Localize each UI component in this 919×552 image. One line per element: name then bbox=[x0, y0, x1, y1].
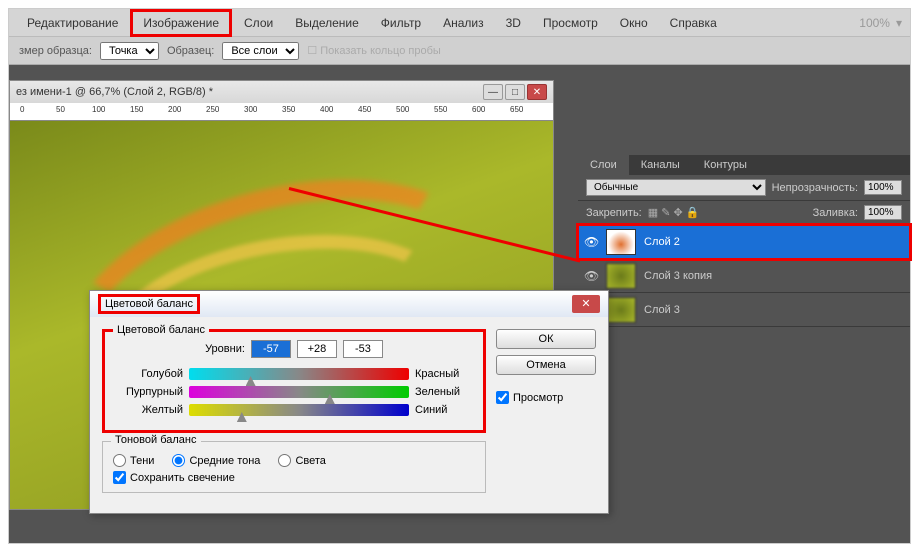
dialog-title: Цветовой баланс bbox=[98, 294, 200, 314]
slider-label-magenta: Пурпурный bbox=[115, 386, 183, 398]
level-yellow-input[interactable] bbox=[343, 340, 383, 358]
tab-layers[interactable]: Слои bbox=[578, 155, 629, 175]
lock-icons[interactable]: ▦ ✎ ✥ 🔒 bbox=[648, 206, 700, 219]
menu-view[interactable]: Просмотр bbox=[533, 12, 608, 34]
tab-paths[interactable]: Контуры bbox=[692, 155, 759, 175]
magenta-green-slider[interactable] bbox=[189, 386, 409, 398]
visibility-icon[interactable]: 👁 bbox=[584, 235, 598, 249]
radio-midtones[interactable]: Средние тона bbox=[172, 454, 260, 467]
slider-label-yellow: Желтый bbox=[115, 404, 183, 416]
levels-label: Уровни: bbox=[205, 343, 245, 355]
menu-layers[interactable]: Слои bbox=[234, 12, 283, 34]
workarea: ез имени-1 @ 66,7% (Слой 2, RGB/8) * — □… bbox=[9, 65, 910, 543]
layer-row[interactable]: Слой 3 bbox=[578, 293, 910, 327]
layer-name: Слой 2 bbox=[644, 236, 680, 248]
layer-name: Слой 3 копия bbox=[644, 270, 712, 282]
close-button[interactable]: ✕ bbox=[527, 84, 547, 100]
fill-label: Заливка: bbox=[813, 207, 858, 219]
fill-input[interactable] bbox=[864, 205, 902, 220]
menu-help[interactable]: Справка bbox=[660, 12, 727, 34]
preserve-luminosity-checkbox[interactable]: Сохранить свечение bbox=[113, 471, 475, 484]
document-titlebar[interactable]: ез имени-1 @ 66,7% (Слой 2, RGB/8) * — □… bbox=[10, 81, 553, 103]
opacity-label: Непрозрачность: bbox=[772, 182, 858, 194]
color-balance-fieldset: Цветовой баланс Уровни: Голубой Красный bbox=[102, 329, 486, 433]
yellow-blue-slider[interactable] bbox=[189, 404, 409, 416]
lock-label: Закрепить: bbox=[586, 207, 642, 219]
layer-thumbnail[interactable] bbox=[606, 263, 636, 289]
layer-thumbnail[interactable] bbox=[606, 297, 636, 323]
slider-label-cyan: Голубой bbox=[115, 368, 183, 380]
sample-label: Образец: bbox=[167, 45, 214, 57]
cyan-red-slider[interactable] bbox=[189, 368, 409, 380]
radio-shadows[interactable]: Тени bbox=[113, 454, 154, 467]
layer-thumbnail[interactable] bbox=[606, 229, 636, 255]
maximize-button[interactable]: □ bbox=[505, 84, 525, 100]
app-window: Редактирование Изображение Слои Выделени… bbox=[8, 8, 911, 544]
ruler-horizontal: 050 100150 200250 300350 400450 500550 6… bbox=[10, 103, 553, 121]
fieldset-legend: Цветовой баланс bbox=[113, 324, 209, 336]
zoom-value[interactable]: 100% bbox=[859, 16, 890, 30]
slider-label-green: Зеленый bbox=[415, 386, 473, 398]
cancel-button[interactable]: Отмена bbox=[496, 355, 596, 375]
level-magenta-input[interactable] bbox=[297, 340, 337, 358]
color-balance-dialog: Цветовой баланс ✕ Цветовой баланс Уровни… bbox=[89, 290, 609, 514]
radio-highlights[interactable]: Света bbox=[278, 454, 325, 467]
preview-checkbox[interactable]: Просмотр bbox=[496, 391, 596, 404]
dialog-close-button[interactable]: ✕ bbox=[572, 295, 600, 313]
menu-edit[interactable]: Редактирование bbox=[17, 12, 128, 34]
menu-analysis[interactable]: Анализ bbox=[433, 12, 494, 34]
menu-select[interactable]: Выделение bbox=[285, 12, 369, 34]
tab-channels[interactable]: Каналы bbox=[629, 155, 692, 175]
ring-checkbox[interactable]: ☐ Показать кольцо пробы bbox=[307, 44, 440, 57]
opacity-input[interactable] bbox=[864, 180, 902, 195]
sample-select[interactable]: Все слои bbox=[222, 42, 299, 60]
ok-button[interactable]: ОК bbox=[496, 329, 596, 349]
slider-label-red: Красный bbox=[415, 368, 473, 380]
menubar: Редактирование Изображение Слои Выделени… bbox=[9, 9, 910, 37]
options-bar: змер образца: Точка Образец: Все слои ☐ … bbox=[9, 37, 910, 65]
document-title: ез имени-1 @ 66,7% (Слой 2, RGB/8) * bbox=[16, 86, 213, 98]
dialog-titlebar[interactable]: Цветовой баланс ✕ bbox=[90, 291, 608, 317]
layers-panel: Слои Каналы Контуры Обычные Непрозрачнос… bbox=[578, 155, 910, 327]
slider-label-blue: Синий bbox=[415, 404, 473, 416]
layer-name: Слой 3 bbox=[644, 304, 680, 316]
tone-balance-fieldset: Тоновой баланс Тени Средние тона Света С… bbox=[102, 441, 486, 493]
level-cyan-input[interactable] bbox=[251, 340, 291, 358]
blend-mode-select[interactable]: Обычные bbox=[586, 179, 766, 196]
minimize-button[interactable]: — bbox=[483, 84, 503, 100]
sample-size-label: змер образца: bbox=[19, 45, 92, 57]
layer-row[interactable]: 👁 Слой 3 копия bbox=[578, 259, 910, 293]
fieldset-legend: Тоновой баланс bbox=[111, 434, 201, 446]
chevron-down-icon[interactable]: ▾ bbox=[896, 16, 902, 30]
menu-filter[interactable]: Фильтр bbox=[371, 12, 431, 34]
menu-window[interactable]: Окно bbox=[610, 12, 658, 34]
menu-image[interactable]: Изображение bbox=[130, 9, 232, 37]
layer-row-selected[interactable]: 👁 Слой 2 bbox=[578, 225, 910, 259]
visibility-icon[interactable]: 👁 bbox=[584, 269, 598, 283]
menu-3d[interactable]: 3D bbox=[496, 12, 531, 34]
sample-size-select[interactable]: Точка bbox=[100, 42, 159, 60]
